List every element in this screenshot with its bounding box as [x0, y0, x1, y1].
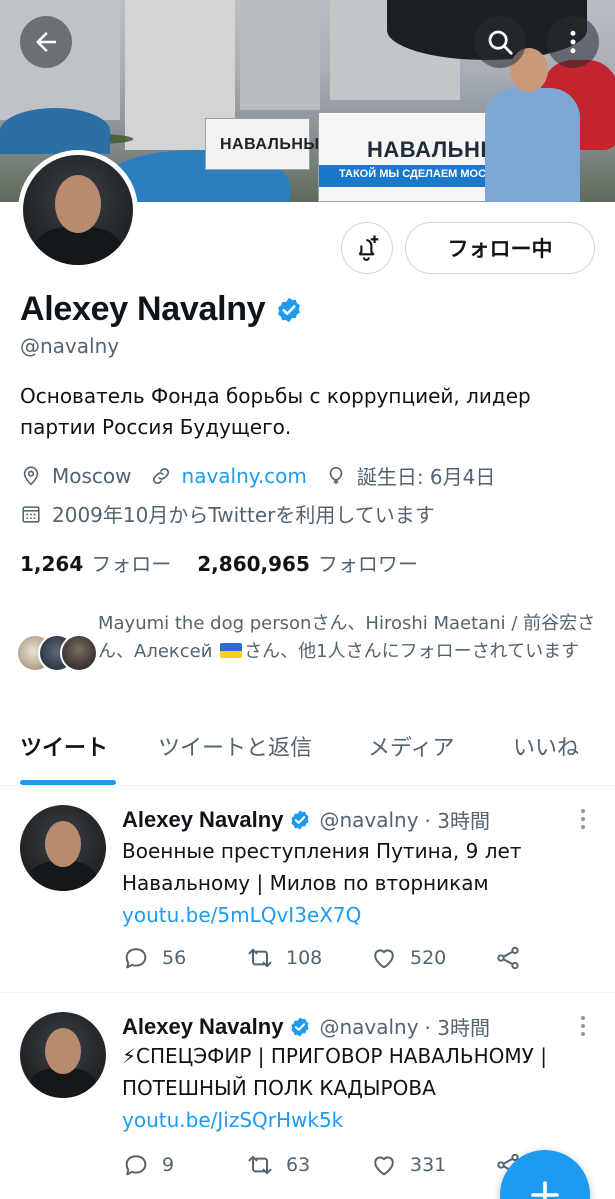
back-button[interactable]: [20, 16, 72, 68]
avatar-face: [45, 1028, 81, 1074]
avatar-photo: [23, 155, 133, 265]
share-icon: [497, 946, 519, 970]
tweet-header: Alexey Navalny @navalny · 3時間: [122, 1012, 490, 1041]
more-vertical-icon: [570, 30, 576, 54]
banner-building: [240, 0, 320, 110]
followers-count: 2,860,965: [197, 552, 310, 576]
reply-count: 9: [162, 1154, 175, 1176]
followers-label: フォロワー: [317, 552, 418, 576]
arrow-left-icon: [36, 32, 56, 52]
plus-icon: [531, 1181, 559, 1199]
reply-icon: [125, 948, 147, 969]
like-button[interactable]: 520: [370, 944, 494, 972]
tweet-body: ⚡СПЕЦЭФИР | ПРИГОВОР НАВАЛЬНОМУ | ПОТЕШН…: [122, 1044, 547, 1100]
tweet-avatar[interactable]: [20, 1012, 106, 1098]
verified-badge-icon: [291, 1016, 310, 1037]
follow-counts: 1,264 フォロー 2,860,965 フォロワー: [20, 548, 418, 577]
bell-plus-icon: [358, 235, 379, 261]
profile-meta-row: Moscow navalny.com 誕生日: 6月4日: [20, 461, 495, 490]
balloon-icon: [329, 466, 343, 484]
tweet-text: Военные преступления Путина, 9 лет Навал…: [122, 835, 602, 931]
reply-button[interactable]: 9: [122, 1151, 246, 1179]
heart-icon: [374, 949, 394, 969]
tweet-more-icon[interactable]: [579, 1014, 587, 1038]
profile-name-row: Alexey Navalny: [20, 290, 303, 329]
followers-count-link[interactable]: 2,860,965 フォロワー: [197, 548, 418, 577]
profile-location: Moscow: [52, 463, 132, 488]
banner-person-shirt: [485, 88, 580, 202]
avatar-face: [45, 821, 81, 867]
reply-button[interactable]: 56: [122, 944, 246, 972]
reply-icon: [125, 1155, 147, 1176]
share-button[interactable]: [494, 944, 534, 972]
followed-by-text: Mayumi the dog personさん、Hiroshi Maetani …: [98, 610, 608, 666]
avatar-face: [55, 175, 101, 233]
retweet-count: 108: [286, 947, 323, 969]
reply-count: 56: [162, 947, 187, 969]
retweet-button[interactable]: 63: [246, 1151, 370, 1179]
location-pin-icon: [23, 466, 39, 485]
retweet-icon: [248, 1155, 272, 1175]
tweet-actions: 9 63 331: [122, 1151, 534, 1179]
tweet-link[interactable]: youtu.be/JizSQrHwk5k: [122, 1108, 343, 1132]
tweet-author-handle: @navalny: [319, 1014, 419, 1039]
like-count: 520: [410, 947, 447, 969]
tweet-body: Военные преступления Путина, 9 лет Навал…: [122, 839, 522, 895]
heart-icon: [374, 1156, 394, 1176]
tweet-author-name[interactable]: Alexey Navalny: [122, 1014, 283, 1040]
following-label: フォロー: [91, 552, 172, 576]
banner-sign: НАВАЛЬНЫЙ: [205, 118, 331, 170]
retweet-count: 63: [286, 1154, 311, 1176]
banner-umbrella: [0, 108, 110, 154]
tweet-actions: 56 108 520: [122, 944, 534, 972]
tab-tweets[interactable]: ツイート: [20, 730, 108, 762]
profile-tabs: ツイート ツイートと返信 メディア いいね: [0, 716, 615, 786]
like-count: 331: [410, 1154, 447, 1176]
profile-joined-date: 2009年10月からTwitterを利用しています: [52, 503, 435, 527]
tweet-timestamp[interactable]: · 3時間: [425, 1012, 490, 1041]
profile-website-link[interactable]: navalny.com: [182, 464, 307, 488]
following-button[interactable]: フォロー中: [405, 222, 595, 274]
tweet-header: Alexey Navalny @navalny · 3時間: [122, 805, 490, 834]
following-count: 1,264: [20, 552, 84, 576]
verified-badge-icon: [278, 297, 301, 322]
notifications-button[interactable]: [341, 222, 393, 274]
profile-handle: @navalny: [20, 334, 120, 358]
tab-tweets-and-replies[interactable]: ツイートと返信: [158, 730, 312, 762]
more-button[interactable]: [547, 16, 599, 68]
banner-sign-text: НАВАЛЬНЫ: [367, 137, 503, 162]
tweet-author-handle: @navalny: [319, 807, 419, 832]
follower-avatar: [60, 634, 98, 672]
tweet-link[interactable]: youtu.be/5mLQvI3eX7Q: [122, 903, 361, 927]
ukraine-flag-icon: [220, 643, 243, 658]
profile-name: Alexey Navalny: [20, 290, 266, 328]
calendar-icon: [22, 505, 40, 523]
banner-sign-text: ТАКОЙ МЫ СДЕЛАЕМ МОСК: [339, 168, 493, 180]
profile-meta-row: 2009年10月からTwitterを利用しています: [20, 499, 435, 528]
like-button[interactable]: 331: [370, 1151, 494, 1179]
banner-sign-text: НАВАЛЬНЫЙ: [220, 136, 332, 153]
profile-birthday: 誕生日: 6月4日: [356, 465, 496, 489]
active-tab-indicator: [20, 780, 116, 785]
search-icon: [488, 30, 513, 55]
retweet-button[interactable]: 108: [246, 944, 370, 972]
tweet-author-name[interactable]: Alexey Navalny: [122, 807, 283, 833]
tweet-timestamp[interactable]: · 3時間: [425, 805, 490, 834]
profile-avatar[interactable]: [18, 150, 138, 270]
tweet-more-icon[interactable]: [579, 807, 587, 831]
tab-media[interactable]: メディア: [368, 730, 454, 762]
retweet-icon: [248, 948, 272, 968]
followed-by-section[interactable]: Mayumi the dog personさん、Hiroshi Maetani …: [16, 610, 606, 700]
search-button[interactable]: [474, 16, 526, 68]
profile-bio: Основатель Фонда борьбы с коррупцией, ли…: [20, 384, 531, 439]
link-icon: [152, 467, 169, 484]
following-count-link[interactable]: 1,264 フォロー: [20, 548, 171, 577]
tweet-avatar[interactable]: [20, 805, 106, 891]
tab-likes[interactable]: いいね: [513, 730, 579, 762]
tweet-text: ⚡СПЕЦЭФИР | ПРИГОВОР НАВАЛЬНОМУ | ПОТЕШН…: [122, 1040, 600, 1136]
followed-by-text-part: さん、他1人さんにフォローされています: [244, 641, 580, 662]
tweet[interactable]: Alexey Navalny @navalny · 3時間 Военные пр…: [0, 787, 615, 993]
verified-badge-icon: [291, 809, 310, 830]
